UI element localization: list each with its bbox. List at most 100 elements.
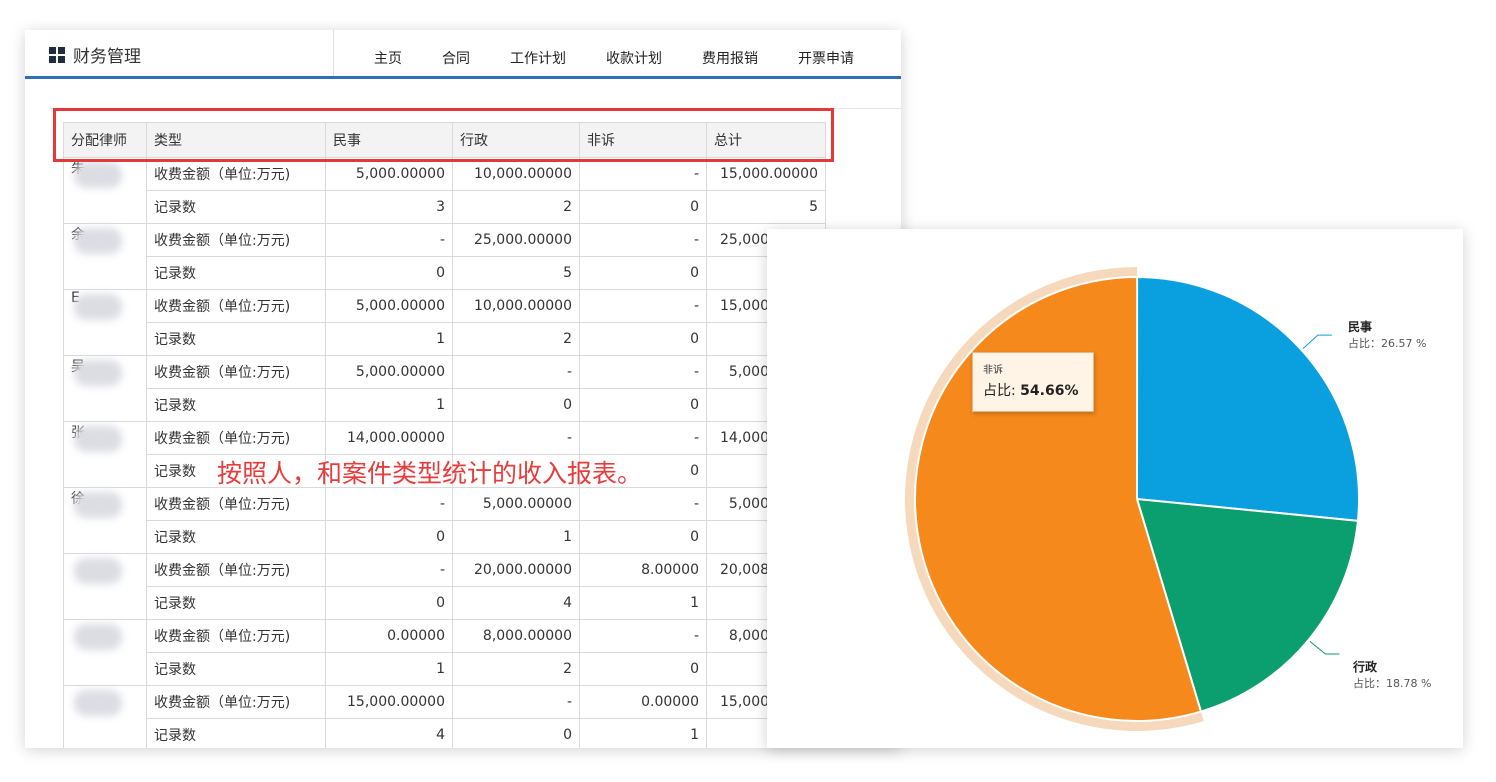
- amount-cell: -: [452, 355, 580, 389]
- table-row: 记录数0505: [64, 256, 826, 290]
- type-cell: 记录数: [146, 322, 326, 356]
- table-row: E收费金额（单位:万元)5,000.0000010,000.00000-15,0…: [63, 289, 826, 356]
- pie-leader-line: [1302, 334, 1332, 349]
- nav-work-plan[interactable]: 工作计划: [490, 30, 586, 76]
- count-cell: 1: [325, 652, 453, 686]
- amount-cell: 25,000.00000: [452, 223, 580, 257]
- type-cell: 收费金额（单位:万元): [146, 619, 326, 653]
- type-cell: 收费金额（单位:万元): [146, 355, 326, 389]
- nav-payment-plan[interactable]: 收款计划: [586, 30, 682, 76]
- table-body: 朱收费金额（单位:万元)5,000.0000010,000.00000-15,0…: [63, 157, 826, 748]
- nav-invoice[interactable]: 开票申请: [778, 30, 874, 76]
- count-cell: 0: [579, 322, 707, 356]
- label-civil-value: 占比：26.57 %: [1348, 337, 1427, 350]
- redaction-blur: [74, 360, 122, 386]
- count-cell: 0: [579, 520, 707, 554]
- header-nonlit[interactable]: 非诉: [579, 122, 707, 158]
- amount-cell: 0.00000: [579, 685, 707, 719]
- type-cell: 收费金额（单位:万元): [146, 223, 326, 257]
- amount-cell: -: [579, 487, 707, 521]
- amount-cell: 10,000.00000: [452, 157, 580, 191]
- label-admin: 行政 占比：18.78 %: [1353, 658, 1431, 691]
- amount-cell: -: [325, 487, 453, 521]
- header-admin[interactable]: 行政: [452, 122, 580, 158]
- lawyer-cell: 吴: [63, 355, 147, 422]
- count-cell: 0: [325, 520, 453, 554]
- amount-cell: -: [579, 355, 707, 389]
- app-title: 财务管理: [73, 47, 141, 67]
- table-row: 张收费金额（单位:万元)14,000.00000--14,000.00000: [63, 421, 826, 488]
- nav-expense[interactable]: 费用报销: [682, 30, 778, 76]
- amount-cell: -: [325, 553, 453, 587]
- tooltip-name: 非诉: [983, 365, 1003, 376]
- table-row: 余收费金额（单位:万元)-25,000.00000-25,000.00000: [63, 223, 826, 290]
- app-brand[interactable]: 财务管理: [49, 42, 141, 67]
- amount-cell: 15,000.00000: [706, 157, 826, 191]
- redaction-blur: [74, 228, 122, 254]
- type-cell: 记录数: [146, 520, 326, 554]
- tooltip-line: 占比: 54.66%: [983, 380, 1083, 400]
- amount-cell: 5,000.00000: [452, 487, 580, 521]
- count-cell: 0: [325, 256, 453, 290]
- amount-cell: -: [579, 421, 707, 455]
- amount-cell: -: [452, 685, 580, 719]
- top-navbar: 财务管理 主页 合同 工作计划 收款计划 费用报销 开票申请: [25, 30, 901, 79]
- amount-cell: -: [579, 289, 707, 323]
- lawyer-cell: [63, 619, 147, 686]
- amount-cell: 14,000.00000: [325, 421, 453, 455]
- nav-contract[interactable]: 合同: [422, 30, 490, 76]
- type-cell: 收费金额（单位:万元): [146, 157, 326, 191]
- amount-cell: -: [579, 157, 707, 191]
- type-cell: 收费金额（单位:万元): [146, 487, 326, 521]
- amount-cell: 5,000.00000: [325, 157, 453, 191]
- amount-cell: -: [325, 223, 453, 257]
- type-cell: 记录数: [146, 256, 326, 290]
- type-cell: 记录数: [146, 586, 326, 620]
- type-cell: 收费金额（单位:万元): [146, 421, 326, 455]
- pie-slice[interactable]: [1136, 275, 1360, 522]
- table-row: 收费金额（单位:万元)0.000008,000.00000-8,000.0000…: [63, 619, 826, 686]
- count-cell: 1: [325, 388, 453, 422]
- redaction-blur: [74, 624, 122, 650]
- redaction-blur: [74, 162, 122, 188]
- label-civil: 民事 占比：26.57 %: [1348, 318, 1426, 351]
- count-cell: 5: [706, 190, 826, 224]
- header-total[interactable]: 总计: [706, 122, 826, 158]
- header-civil[interactable]: 民事: [325, 122, 453, 158]
- table-row: 记录数1203: [64, 322, 826, 356]
- table-row: 记录数1203: [64, 652, 826, 686]
- amount-cell: 20,000.00000: [452, 553, 580, 587]
- redaction-blur: [74, 294, 122, 320]
- type-cell: 记录数: [146, 190, 326, 224]
- annotation-text: 按照人，和案件类型统计的收入报表。: [217, 459, 643, 488]
- count-cell: 0: [579, 652, 707, 686]
- redaction-blur: [74, 558, 122, 584]
- lawyer-cell: 徐: [63, 487, 147, 554]
- table-row: 记录数 3 2 0 5: [64, 190, 826, 224]
- chart-tooltip: 非诉 占比: 54.66%: [972, 352, 1094, 412]
- pie-leader-line: [1309, 640, 1340, 655]
- amount-cell: 15,000.00000: [325, 685, 453, 719]
- divider: [49, 108, 901, 109]
- amount-cell: 5,000.00000: [325, 355, 453, 389]
- header-type[interactable]: 类型: [146, 122, 326, 158]
- income-report-table: 分配律师 类型 民事 行政 非诉 总计 朱收费金额（单位:万元)5,000.00…: [63, 122, 826, 748]
- redaction-blur: [74, 492, 122, 518]
- nav-home[interactable]: 主页: [334, 30, 422, 76]
- table-row: 记录数1001: [64, 388, 826, 422]
- count-cell: 2: [452, 190, 580, 224]
- count-cell: 1: [452, 520, 580, 554]
- table-row: 记录数4015: [64, 718, 826, 748]
- count-cell: 0: [579, 190, 707, 224]
- count-cell: 0: [452, 388, 580, 422]
- count-cell: 2: [452, 652, 580, 686]
- amount-cell: -: [579, 619, 707, 653]
- count-cell: 4: [325, 718, 453, 748]
- table-row: 徐收费金额（单位:万元)-5,000.00000-5,000.00000: [63, 487, 826, 554]
- table-row: 吴收费金额（单位:万元)5,000.00000--5,000.00000: [63, 355, 826, 422]
- header-lawyer[interactable]: 分配律师: [63, 122, 147, 158]
- type-cell: 记录数: [146, 388, 326, 422]
- amount-cell: 5,000.00000: [325, 289, 453, 323]
- table-row: 朱收费金额（单位:万元)5,000.0000010,000.00000-15,0…: [63, 157, 826, 224]
- count-cell: 0: [579, 256, 707, 290]
